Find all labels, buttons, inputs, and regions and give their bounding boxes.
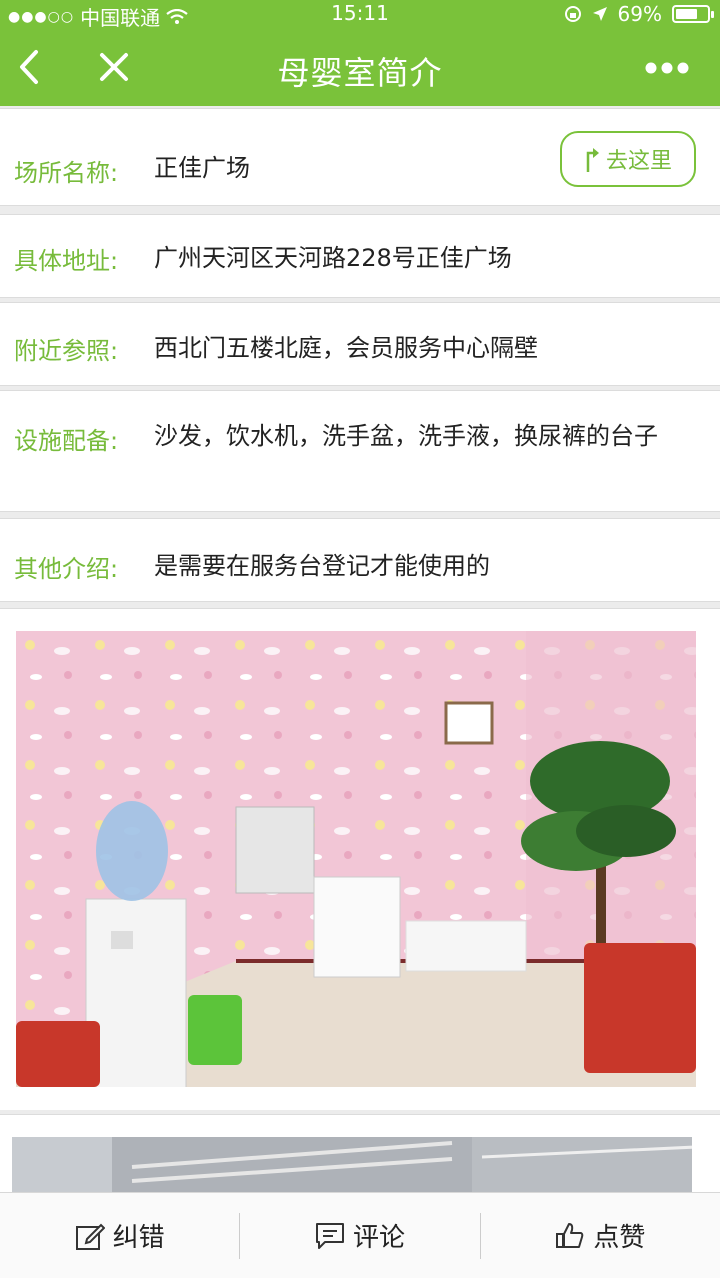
photo-card-1 bbox=[0, 608, 720, 1110]
go-here-label: 去这里 bbox=[605, 149, 672, 174]
edit-icon bbox=[75, 1223, 105, 1250]
facilities-value: 沙发，饮水机，洗手盆，洗手液，换尿裤的台子 bbox=[154, 422, 658, 450]
status-bar: ●●●○○ 中国联通 15:11 69% bbox=[0, 0, 720, 30]
comment-button[interactable]: 评论 bbox=[240, 1193, 479, 1278]
like-label: 点赞 bbox=[593, 1223, 646, 1253]
battery-fill bbox=[676, 9, 697, 19]
more-dots-icon bbox=[645, 62, 689, 74]
photo-card-2 bbox=[0, 1114, 720, 1195]
nearby-value: 西北门五楼北庭，会员服务中心隔壁 bbox=[154, 334, 538, 362]
name-label: 场所名称: bbox=[14, 159, 119, 187]
location-arrow-icon bbox=[592, 7, 607, 21]
nearby-row: 附近参照: 西北门五楼北庭，会员服务中心隔壁 bbox=[0, 302, 720, 386]
battery-percent: 69% bbox=[617, 2, 662, 26]
bottom-action-bar: 纠错 评论 点赞 bbox=[0, 1192, 720, 1278]
more-button[interactable] bbox=[644, 60, 690, 76]
other-info-value: 是需要在服务台登记才能使用的 bbox=[154, 552, 490, 580]
address-row: 具体地址: 广州天河区天河路228号正佳广场 bbox=[0, 214, 720, 298]
facilities-label: 设施配备: bbox=[14, 427, 119, 455]
entrance-photo-image bbox=[12, 1137, 692, 1195]
name-row: 场所名称: 正佳广场 去这里 bbox=[0, 108, 720, 206]
room-photo[interactable] bbox=[16, 631, 696, 1087]
entrance-photo[interactable] bbox=[12, 1137, 692, 1195]
comment-label: 评论 bbox=[352, 1223, 405, 1253]
rotation-lock-icon bbox=[564, 6, 581, 22]
go-here-button[interactable]: 去这里 bbox=[560, 131, 696, 187]
turn-arrow-icon bbox=[586, 148, 599, 172]
page: ●●●○○ 中国联通 15:11 69% 母婴室简介 场所名称: 正佳广场 去这… bbox=[0, 0, 720, 1278]
status-right: 69% bbox=[564, 2, 714, 26]
comment-icon bbox=[315, 1222, 344, 1249]
battery-icon bbox=[672, 5, 714, 23]
like-button[interactable]: 点赞 bbox=[481, 1193, 720, 1278]
facilities-row: 设施配备: 沙发，饮水机，洗手盆，洗手液，换尿裤的台子 bbox=[0, 390, 720, 512]
nav-bar: 母婴室简介 bbox=[0, 28, 720, 106]
thumbs-up-icon bbox=[556, 1222, 584, 1248]
room-photo-image bbox=[16, 631, 696, 1087]
address-value: 广州天河区天河路228号正佳广场 bbox=[154, 244, 512, 272]
report-error-label: 纠错 bbox=[112, 1223, 165, 1253]
nearby-label: 附近参照: bbox=[14, 337, 119, 365]
other-info-label: 其他介绍: bbox=[14, 555, 119, 583]
address-label: 具体地址: bbox=[14, 247, 119, 275]
other-info-row: 其他介绍: 是需要在服务台登记才能使用的 bbox=[0, 518, 720, 602]
report-error-button[interactable]: 纠错 bbox=[0, 1193, 239, 1278]
page-title: 母婴室简介 bbox=[277, 54, 443, 92]
